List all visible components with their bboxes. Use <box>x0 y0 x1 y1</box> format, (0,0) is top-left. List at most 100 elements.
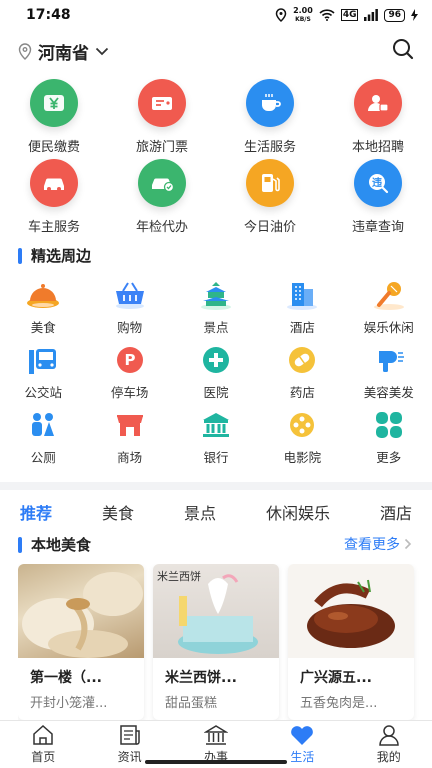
food-card[interactable]: 广兴源五... 五香兔肉是... <box>288 564 414 720</box>
nav-label: 我的 <box>376 750 401 764</box>
view-more-link[interactable]: 查看更多 <box>344 534 412 554</box>
section-accent-bar <box>18 247 22 264</box>
yuan-icon <box>30 79 78 127</box>
nav-label: 首页 <box>31 750 56 764</box>
local-food-title: 本地美食 <box>31 536 92 554</box>
nav-home[interactable]: 首页 <box>0 721 86 768</box>
nearby-item-beauty[interactable]: 美容美发 <box>346 343 432 408</box>
nearby-grid: 美食 购物 景点 酒店 娱乐休闲 公交站 P 停车场 医院 药店 美容美发 公厕 <box>0 278 432 473</box>
food-card-title: 第一楼（... <box>30 670 102 686</box>
nearby-item-shopping[interactable]: 购物 <box>86 278 172 343</box>
home-icon <box>33 724 53 745</box>
car-icon <box>30 159 78 207</box>
section-accent-bar <box>18 536 22 553</box>
search-button[interactable] <box>392 38 414 64</box>
service-item-inspection[interactable]: 年检代办 <box>108 159 216 235</box>
service-item-violation-query[interactable]: 违 违章查询 <box>324 159 432 235</box>
nearby-title: 精选周边 <box>31 247 92 265</box>
nearby-item-bank[interactable]: 银行 <box>173 408 259 473</box>
nav-label: 资讯 <box>117 750 142 764</box>
nearby-label: 景点 <box>203 320 229 335</box>
food-card-subtitle: 五香兔肉是... <box>300 696 378 711</box>
microphone-icon <box>367 278 411 312</box>
food-card-image-rabbit <box>288 564 414 658</box>
nearby-item-hospital[interactable]: 医院 <box>173 343 259 408</box>
region-label: 河南省 <box>38 43 89 64</box>
food-card[interactable]: 米兰西饼 米兰西饼... 甜品蛋糕 <box>153 564 279 720</box>
food-card-title: 广兴源五... <box>300 670 372 686</box>
nearby-label: 商场 <box>117 450 143 465</box>
svg-text:P: P <box>124 351 135 369</box>
tab-food[interactable]: 美食 <box>102 500 134 524</box>
food-icon <box>21 278 65 312</box>
nearby-label: 更多 <box>376 450 402 465</box>
local-food-cards: 第一楼（... 开封小笼灌... 米兰西饼 米兰西饼... 甜品蛋糕 广兴源五.… <box>18 564 432 720</box>
film-icon <box>280 408 324 442</box>
food-card[interactable]: 第一楼（... 开封小笼灌... <box>18 564 144 720</box>
category-tabs: 推荐 美食 景点 休闲娱乐 酒店 <box>0 498 432 526</box>
nearby-item-hotel[interactable]: 酒店 <box>259 278 345 343</box>
nearby-section-title: 精选周边 <box>18 245 91 266</box>
nearby-label: 酒店 <box>289 320 315 335</box>
mall-icon <box>108 408 152 442</box>
nearby-item-mall[interactable]: 商场 <box>86 408 172 473</box>
food-card-image-cake: 米兰西饼 <box>153 564 279 658</box>
view-more-label: 查看更多 <box>344 537 400 553</box>
nearby-item-toilet[interactable]: 公厕 <box>0 408 86 473</box>
food-card-image-dumplings <box>18 564 144 658</box>
service-grid-row-1: 便民缴费 旅游门票 生活服务 本地招聘 <box>0 79 432 155</box>
service-item-life-services[interactable]: 生活服务 <box>216 79 324 155</box>
food-card-subtitle: 甜品蛋糕 <box>165 696 218 711</box>
service-grid-row-2: 车主服务 年检代办 今日油价 违 违章查询 <box>0 159 432 235</box>
nearby-label: 银行 <box>203 450 229 465</box>
cake-brand-text: 米兰西饼 <box>157 570 201 583</box>
toilet-icon <box>21 408 65 442</box>
net-speed-unit: KB/S <box>295 15 311 23</box>
nearby-item-entertainment[interactable]: 娱乐休闲 <box>346 278 432 343</box>
hospital-icon <box>194 343 238 377</box>
nearby-label: 公交站 <box>24 385 62 400</box>
section-divider <box>0 482 432 490</box>
service-label: 车主服务 <box>27 220 80 235</box>
net-speed: 2.00 KB/S <box>293 5 313 24</box>
nearby-label: 电影院 <box>283 450 322 465</box>
recruit-icon <box>354 79 402 127</box>
net-speed-value: 2.00 <box>293 5 313 15</box>
nearby-label: 美容美发 <box>363 385 414 400</box>
fuel-icon <box>246 159 294 207</box>
region-selector[interactable]: 河南省 <box>18 39 109 64</box>
service-label: 旅游门票 <box>135 140 188 155</box>
service-item-car-owner[interactable]: 车主服务 <box>0 159 108 235</box>
heart-icon <box>291 726 314 745</box>
tab-recommended[interactable]: 推荐 <box>20 500 52 524</box>
tab-scenic[interactable]: 景点 <box>184 500 216 524</box>
service-item-bill-pay[interactable]: 便民缴费 <box>0 79 108 155</box>
service-item-tickets[interactable]: 旅游门票 <box>108 79 216 155</box>
header: 河南省 <box>0 34 432 68</box>
status-time: 17:48 <box>26 7 71 23</box>
temple-icon <box>194 278 238 312</box>
nearby-label: 美食 <box>30 320 56 335</box>
nearby-item-pharmacy[interactable]: 药店 <box>259 343 345 408</box>
nearby-item-more[interactable]: 更多 <box>346 408 432 473</box>
nearby-label: 停车场 <box>110 385 149 400</box>
search-icon <box>393 39 414 60</box>
service-item-fuel-price[interactable]: 今日油价 <box>216 159 324 235</box>
nearby-item-scenic[interactable]: 景点 <box>173 278 259 343</box>
nearby-item-parking[interactable]: P 停车场 <box>86 343 172 408</box>
service-item-recruitment[interactable]: 本地招聘 <box>324 79 432 155</box>
nearby-label: 医院 <box>203 385 229 400</box>
nearby-item-bus-stop[interactable]: 公交站 <box>0 343 86 408</box>
tab-hotel[interactable]: 酒店 <box>380 500 412 524</box>
tab-entertainment[interactable]: 休闲娱乐 <box>266 500 330 524</box>
cup-icon <box>246 79 294 127</box>
nearby-item-food[interactable]: 美食 <box>0 278 86 343</box>
nearby-label: 公厕 <box>30 450 56 465</box>
nav-profile[interactable]: 我的 <box>346 721 432 768</box>
nearby-item-cinema[interactable]: 电影院 <box>259 408 345 473</box>
hairdryer-icon <box>367 343 411 377</box>
chevron-down-icon <box>95 47 109 55</box>
service-label: 年检代办 <box>135 220 188 235</box>
battery-indicator: 96 <box>384 8 405 22</box>
network-type: 4G <box>340 9 359 21</box>
